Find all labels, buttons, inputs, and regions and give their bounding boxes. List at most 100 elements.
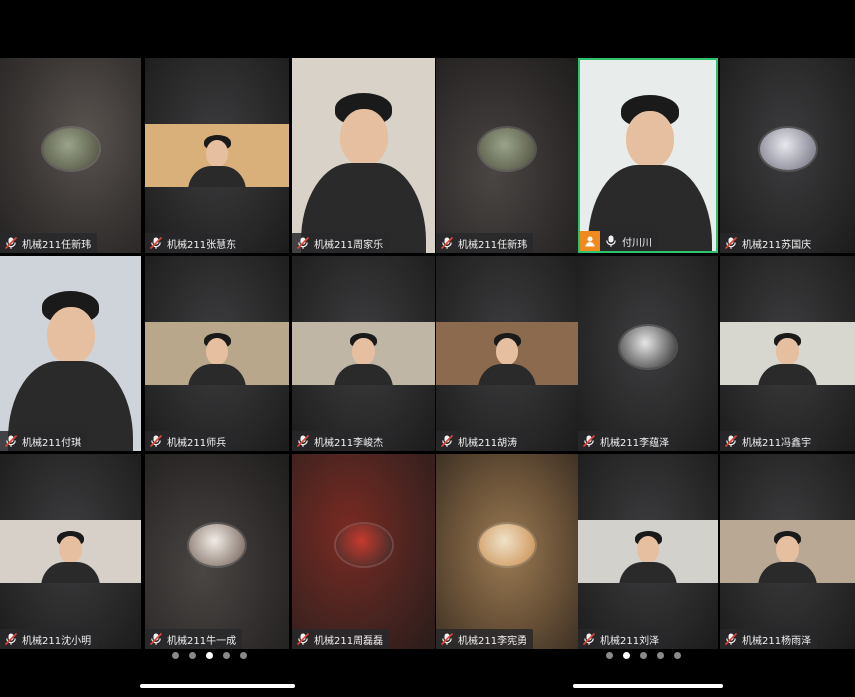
participant-name: 机械211刘泽 xyxy=(600,635,660,647)
participant-avatar xyxy=(479,523,535,566)
page-dot[interactable] xyxy=(657,652,664,659)
participant-name: 机械211任新玮 xyxy=(458,239,528,251)
participant-avatar xyxy=(42,127,99,170)
participant-name-tag: 机械211苏国庆 xyxy=(720,233,818,253)
participant-tile[interactable]: 机械211牛一成 xyxy=(145,454,289,649)
participant-tile[interactable]: 机械211周家乐 xyxy=(292,58,435,253)
page-dot[interactable] xyxy=(623,652,630,659)
microphone-muted-icon xyxy=(4,236,18,250)
page-dot[interactable] xyxy=(674,652,681,659)
participant-video xyxy=(292,322,435,385)
participant-video xyxy=(292,58,435,253)
participant-tile[interactable]: 机械211胡涛 xyxy=(436,256,578,451)
page-dot[interactable] xyxy=(606,652,613,659)
participant-video xyxy=(720,520,855,583)
participant-tile[interactable]: 机械211刘泽 xyxy=(578,454,718,649)
participant-name-tag: 机械211牛一成 xyxy=(145,629,243,649)
participant-name: 机械211苏国庆 xyxy=(742,239,812,251)
microphone-muted-icon xyxy=(296,434,310,448)
microphone-muted-icon xyxy=(724,632,738,646)
participant-name-tag: 机械211周家乐 xyxy=(292,233,390,253)
participant-name-tag: 机械211付琪 xyxy=(0,431,88,451)
microphone-muted-icon xyxy=(296,236,310,250)
participant-face xyxy=(776,536,799,564)
microphone-muted-icon xyxy=(149,632,163,646)
page-dot[interactable] xyxy=(240,652,247,659)
participant-name-tag: 机械211任新玮 xyxy=(0,233,98,253)
participant-avatar xyxy=(479,127,535,170)
microphone-muted-icon xyxy=(296,632,310,646)
participant-avatar xyxy=(620,325,676,368)
page-dot[interactable] xyxy=(189,652,196,659)
home-indicator-right[interactable] xyxy=(573,684,723,688)
microphone-muted-icon xyxy=(582,434,596,448)
microphone-muted-icon xyxy=(440,236,454,250)
participant-name: 机械211李峻杰 xyxy=(314,437,384,449)
participant-tile[interactable]: 机械211付琪 xyxy=(0,256,141,451)
participant-tile[interactable]: 机械211周磊磊 xyxy=(292,454,435,649)
participant-video xyxy=(436,322,578,385)
participant-video xyxy=(0,256,141,451)
participant-name: 机械211李宪勇 xyxy=(458,635,528,647)
microphone-muted-icon xyxy=(4,434,18,448)
participant-name: 机械211任新玮 xyxy=(22,239,92,251)
participant-avatar xyxy=(759,127,816,170)
participant-tile[interactable]: 机械211任新玮 xyxy=(0,58,141,253)
participant-name: 付川川 xyxy=(622,237,652,249)
video-grid-page-1[interactable]: 机械211任新玮 机械211张慧东 机械211周家乐 机械211任新玮 机械211付琪机… xyxy=(0,58,578,651)
participant-face xyxy=(59,536,82,564)
participant-tile[interactable]: 机械211苏国庆 xyxy=(720,58,855,253)
participant-face xyxy=(776,338,799,366)
page-dot[interactable] xyxy=(172,652,179,659)
participant-name-tag: 付川川 xyxy=(580,231,658,251)
microphone-muted-icon xyxy=(582,632,596,646)
participant-name: 机械211牛一成 xyxy=(167,635,237,647)
participant-face xyxy=(352,338,375,366)
participant-name: 机械211胡涛 xyxy=(458,437,518,449)
participant-video xyxy=(580,60,716,251)
participant-tile[interactable]: 机械211李宪勇 xyxy=(436,454,578,649)
microphone-muted-icon xyxy=(440,434,454,448)
participant-name: 机械211周磊磊 xyxy=(314,635,384,647)
participant-video xyxy=(145,124,289,187)
participant-name: 机械211周家乐 xyxy=(314,239,384,251)
page-dot[interactable] xyxy=(223,652,230,659)
participant-name-tag: 机械211任新玮 xyxy=(436,233,534,253)
participant-face xyxy=(46,306,95,365)
participant-tile[interactable]: 机械211沈小明 xyxy=(0,454,141,649)
microphone-muted-icon xyxy=(440,632,454,646)
participant-name: 机械211冯鑫宇 xyxy=(742,437,812,449)
participant-name-tag: 机械211李蕴泽 xyxy=(578,431,676,451)
page-indicator-right[interactable] xyxy=(606,652,681,659)
participant-tile[interactable]: 付川川 xyxy=(578,58,718,253)
participant-name: 机械211李蕴泽 xyxy=(600,437,670,449)
video-grid-page-2[interactable]: 付川川 机械211苏国庆机械211李蕴泽 机械211冯鑫宇机械211刘泽 机械211杨… xyxy=(578,58,855,651)
participant-name: 机械211师兵 xyxy=(167,437,227,449)
participant-video xyxy=(0,520,141,583)
participant-avatar xyxy=(335,523,392,566)
participant-face xyxy=(339,108,388,167)
home-indicator-left[interactable] xyxy=(140,684,295,688)
page-indicator-left[interactable] xyxy=(172,652,247,659)
participant-tile[interactable]: 机械211张慧东 xyxy=(145,58,289,253)
participant-name-tag: 机械211冯鑫宇 xyxy=(720,431,818,451)
participant-tile[interactable]: 机械211杨雨泽 xyxy=(720,454,855,649)
participant-name-tag: 机械211胡涛 xyxy=(436,431,524,451)
participant-tile[interactable]: 机械211任新玮 xyxy=(436,58,578,253)
microphone-muted-icon xyxy=(4,632,18,646)
microphone-muted-icon xyxy=(724,236,738,250)
participant-name-tag: 机械211周磊磊 xyxy=(292,629,390,649)
page-dot[interactable] xyxy=(640,652,647,659)
participant-tile[interactable]: 机械211师兵 xyxy=(145,256,289,451)
top-bar xyxy=(0,0,855,58)
participant-video xyxy=(578,520,718,583)
participant-tile[interactable]: 机械211冯鑫宇 xyxy=(720,256,855,451)
participant-name: 机械211沈小明 xyxy=(22,635,92,647)
participant-face xyxy=(626,110,674,169)
microphone-icon xyxy=(606,235,616,247)
participant-name-tag: 机械211杨雨泽 xyxy=(720,629,818,649)
participant-name-tag: 机械211李宪勇 xyxy=(436,629,534,649)
page-dot[interactable] xyxy=(206,652,213,659)
participant-tile[interactable]: 机械211李峻杰 xyxy=(292,256,435,451)
participant-tile[interactable]: 机械211李蕴泽 xyxy=(578,256,718,451)
